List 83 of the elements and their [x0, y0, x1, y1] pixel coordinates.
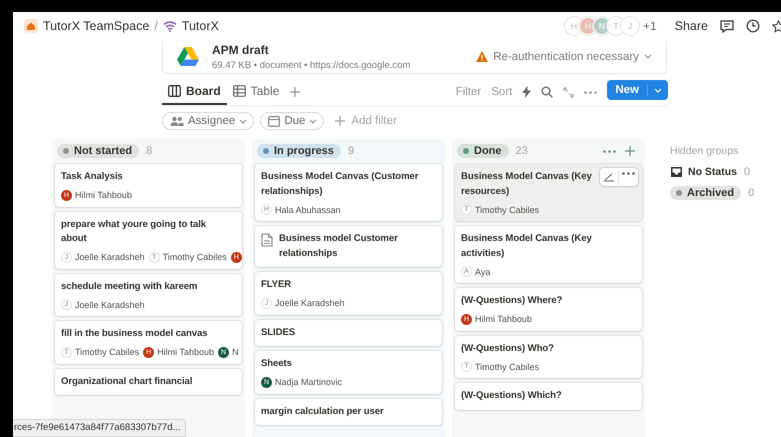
calendar-icon	[268, 116, 280, 126]
more-icon[interactable]	[603, 150, 616, 152]
group-count: 23	[516, 145, 528, 157]
card-title: schedule meeting with kareem	[61, 280, 198, 294]
assignee-name: Nadja Martinovic	[275, 377, 342, 387]
card-title: Task Analysis	[61, 170, 123, 184]
caret-icon	[239, 118, 248, 124]
task-card[interactable]: margin calculation per user	[255, 398, 442, 425]
filter-chip[interactable]: Due	[260, 112, 324, 130]
card-title: fill in the business model canvas	[61, 327, 208, 341]
board-icon	[168, 85, 181, 97]
clock-icon[interactable]	[746, 19, 760, 33]
assignee-name: Hilmi Tahboub	[75, 190, 132, 200]
hidden-groups-title: Hidden groups	[670, 144, 740, 159]
table-icon	[232, 85, 246, 97]
status-pill[interactable]: Done	[457, 144, 508, 158]
file-name[interactable]: APM draft	[212, 42, 410, 56]
card-title: Business Model Canvas (Key resources)	[461, 170, 593, 198]
card-title: Sheets	[261, 357, 292, 371]
card-title: (W-Questions) Who?	[461, 342, 554, 356]
wifi-icon	[162, 20, 177, 32]
inbox-icon	[670, 166, 683, 178]
card-title: (W-Questions) Which?	[461, 389, 562, 403]
assignee-name: Timothy Cabiles	[475, 362, 540, 372]
group-count: 8	[146, 145, 152, 157]
group-count: 0	[744, 166, 750, 178]
filter-chip[interactable]: Assignee	[162, 112, 254, 130]
file-meta: 69.47 KB • document • https://docs.google.com	[212, 60, 410, 70]
breadcrumb-separator: /	[154, 19, 158, 33]
group-count: 0	[748, 187, 754, 199]
breadcrumb-link[interactable]: TutorX TeamSpace	[24, 19, 150, 33]
page-icon	[261, 233, 273, 247]
card-title: Business Model Canvas (Key activities)	[461, 232, 593, 260]
url-tooltip: rces-7fe9e61473a84f77a683307b77d...	[13, 419, 186, 437]
assignee-name: Timothy Cabiles	[162, 252, 227, 262]
assignee-name: Timothy Cabiles	[475, 204, 540, 214]
assignee-name: Hilmi Tahboub	[475, 314, 532, 324]
assignee-name: Joelle Karadsheh	[75, 300, 145, 310]
status-pill[interactable]: Archived	[670, 186, 742, 200]
assignee-name: Joelle Karadsheh	[275, 298, 345, 308]
new-button[interactable]: New	[607, 80, 668, 100]
people-icon	[170, 116, 184, 126]
page-card[interactable]: Business model Customer relationships	[255, 226, 442, 267]
add-view-icon[interactable]	[289, 86, 302, 98]
warning-icon	[476, 51, 488, 62]
task-card[interactable]: (W-Questions) Which?	[455, 383, 642, 410]
collaborator-count[interactable]: +1	[642, 19, 657, 33]
card-title: margin calculation per user	[261, 404, 384, 418]
caret-icon	[309, 118, 318, 124]
card-title: prepare what youre going to talk about	[61, 218, 207, 246]
drive-logo-icon	[177, 47, 199, 66]
card-title: FLYER	[261, 278, 292, 292]
task-card[interactable]: SLIDES	[255, 320, 442, 346]
lightning-icon[interactable]	[522, 86, 532, 98]
assignee-name: Hala Abuhassan	[275, 204, 341, 214]
assignee-name: Hilmi Tahboub	[157, 347, 214, 357]
card-title: (W-Questions) Where?	[461, 294, 562, 308]
status-pill[interactable]: Not started	[57, 144, 140, 158]
card-title: Business Model Canvas (Customer relationships)	[261, 170, 420, 198]
assignee-name: Joelle Karadsheh	[75, 252, 145, 262]
card-title: Organizational chart financial	[61, 374, 192, 388]
share-button[interactable]: Share	[674, 19, 708, 33]
status-pill[interactable]: In progress	[257, 144, 341, 158]
assignee-name: Aya	[475, 266, 490, 276]
view-tab[interactable]: Board	[162, 79, 227, 105]
home-icon	[24, 19, 38, 33]
assignee-name: Timothy Cabiles	[75, 347, 140, 357]
group-count: 9	[348, 145, 354, 157]
more-icon[interactable]	[584, 90, 598, 94]
search-icon[interactable]	[541, 86, 554, 98]
reauth-dropdown[interactable]: Re-authentication necessary	[476, 50, 652, 62]
task-card[interactable]: Organizational chart financial	[55, 368, 242, 395]
view-tab[interactable]: Table	[226, 79, 286, 105]
caret-icon	[654, 88, 662, 92]
more-icon[interactable]	[622, 172, 635, 175]
caret-icon	[644, 54, 652, 59]
card-title: SLIDES	[261, 326, 296, 340]
card-title: Business model Customer relationships	[279, 232, 399, 260]
assignee-name: N	[232, 347, 239, 357]
hidden-group[interactable]: No Status	[670, 166, 738, 178]
comment-icon[interactable]	[720, 20, 734, 32]
breadcrumb-link[interactable]: TutorX	[162, 19, 219, 33]
add-icon[interactable]	[624, 145, 636, 157]
